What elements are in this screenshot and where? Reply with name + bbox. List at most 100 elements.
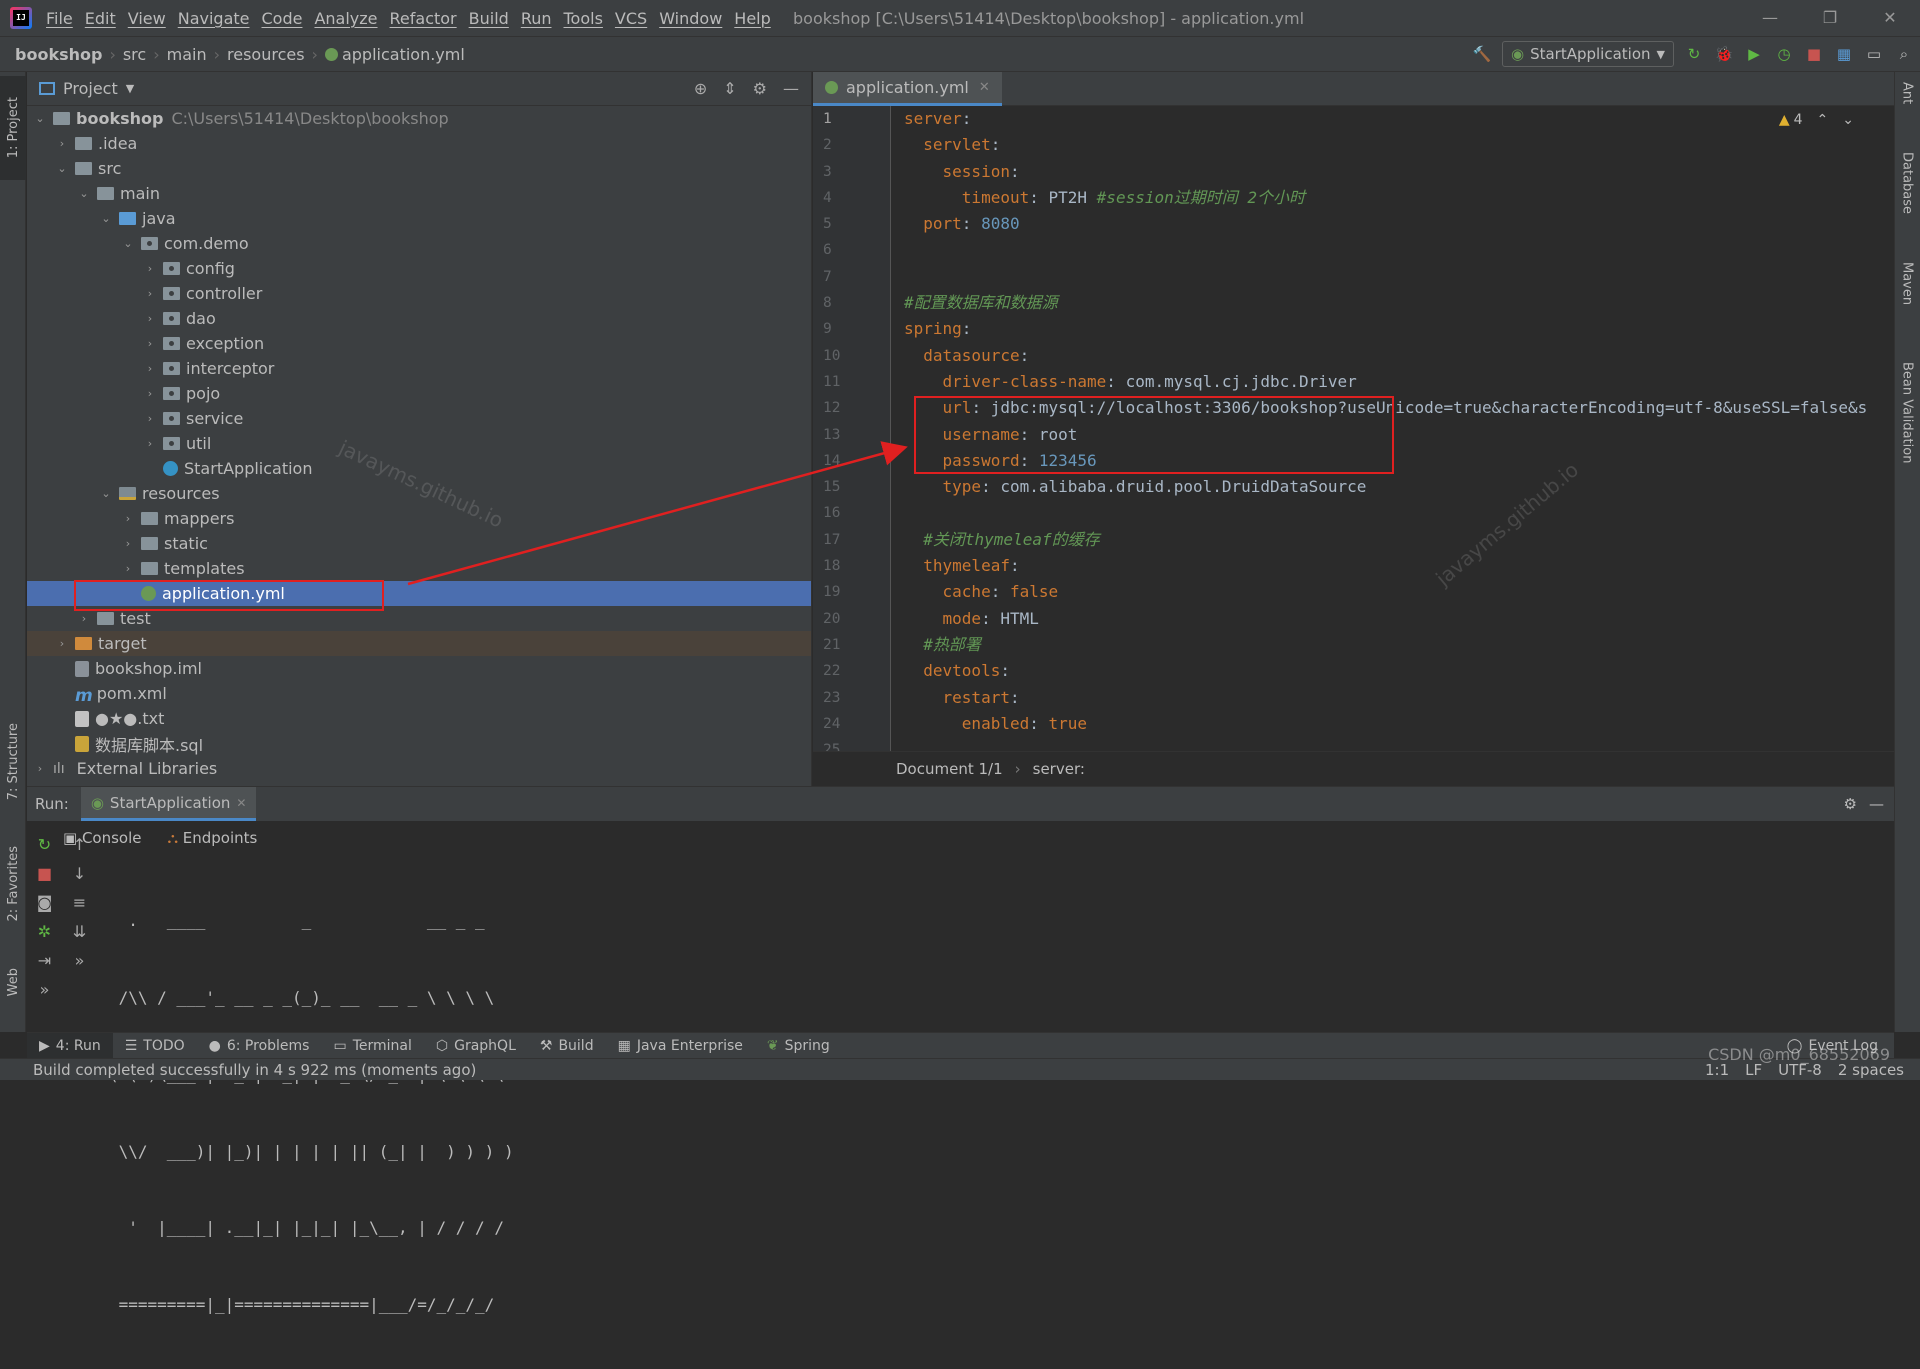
tree-item-bookshop[interactable]: ⌄ bookshop C:\Users\51414\Desktop\bookshop — [27, 106, 811, 131]
tree-item-static[interactable]: › static — [27, 531, 811, 556]
gear-icon[interactable]: ⚙ — [1844, 795, 1857, 813]
run-tab-start-application[interactable]: ◉ StartApplication ✕ — [80, 787, 257, 821]
menu-code[interactable]: Code — [256, 9, 309, 28]
more-icon[interactable]: » — [75, 951, 85, 970]
run-configuration-select[interactable]: ◉ StartApplication ▼ — [1501, 41, 1674, 67]
tree-item-bookshop-iml[interactable]: bookshop.iml — [27, 656, 811, 681]
tree-item-external-libraries[interactable]: › ılı External Libraries — [27, 756, 811, 781]
editor-tab-application-yml[interactable]: application.yml ✕ — [813, 72, 1002, 106]
menu-vcs[interactable]: VCS — [609, 9, 653, 28]
tool-tab-build[interactable]: ⚒ Build — [528, 1038, 606, 1054]
tool-tab-web[interactable]: Web — [0, 952, 26, 1012]
tree-item-target[interactable]: › target — [27, 631, 811, 656]
search-icon[interactable]: ⌕ — [1894, 44, 1914, 64]
more-icon[interactable]: » — [40, 980, 50, 999]
tree-item-interceptor[interactable]: › interceptor — [27, 356, 811, 381]
tool-tab-ant[interactable]: Ant — [1894, 82, 1920, 104]
coverage-icon[interactable]: ▶ — [1744, 44, 1764, 64]
collapse-all-icon[interactable]: ⇕ — [723, 79, 736, 98]
crumb-file[interactable]: application.yml — [342, 45, 465, 64]
project-structure-icon[interactable]: ▦ — [1834, 44, 1854, 64]
menu-file[interactable]: File — [40, 9, 79, 28]
project-view-select[interactable]: Project — [63, 79, 118, 98]
tool-tab-structure[interactable]: 7: Structure — [0, 712, 26, 812]
debug-icon[interactable]: 🐞 — [1714, 44, 1734, 64]
menu-refactor[interactable]: Refactor — [384, 9, 463, 28]
menu-build[interactable]: Build — [463, 9, 515, 28]
menu-tools[interactable]: Tools — [558, 9, 609, 28]
tool-tab-maven[interactable]: Maven — [1894, 262, 1920, 305]
yaml-path[interactable]: server: — [1033, 760, 1085, 778]
hide-icon[interactable]: — — [1869, 795, 1884, 813]
tree-item-main[interactable]: ⌄ main — [27, 181, 811, 206]
scroll-end-icon[interactable]: ⇊ — [73, 922, 86, 941]
tool-tab-problems[interactable]: ● 6: Problems — [197, 1038, 322, 1054]
code-line: mode: HTML — [942, 608, 1039, 628]
menu-run[interactable]: Run — [515, 9, 558, 28]
tool-tab-todo[interactable]: ☰ TODO — [113, 1038, 197, 1054]
tool-tab-graphql[interactable]: ⬡ GraphQL — [424, 1038, 528, 1054]
crumb-resources[interactable]: resources — [227, 45, 305, 64]
chevron-down-icon[interactable]: ▼ — [126, 82, 134, 95]
menu-help[interactable]: Help — [728, 9, 776, 28]
tool-tab-java-enterprise[interactable]: ▦ Java Enterprise — [606, 1038, 755, 1054]
tree-item-src[interactable]: ⌄ src — [27, 156, 811, 181]
tool-tab-spring[interactable]: ❦ Spring — [755, 1038, 842, 1054]
tree-item-idea[interactable]: › .idea — [27, 131, 811, 156]
crumb-main[interactable]: main — [167, 45, 207, 64]
soft-wrap-icon[interactable]: ≡ — [73, 893, 86, 912]
close-tab-icon[interactable]: ✕ — [236, 796, 246, 810]
tree-item-java[interactable]: ⌄ java — [27, 206, 811, 231]
tree-item-config[interactable]: › config — [27, 256, 811, 281]
close-icon[interactable]: ✕ — [1860, 0, 1920, 36]
crumb-project[interactable]: bookshop — [15, 45, 102, 64]
tree-item-controller[interactable]: › controller — [27, 281, 811, 306]
tool-tab-database[interactable]: Database — [1894, 152, 1920, 214]
endpoints-tab[interactable]: ⛬ Endpoints — [168, 829, 258, 847]
tool-tab-terminal[interactable]: ▭ Terminal — [321, 1038, 423, 1054]
minimize-icon[interactable]: — — [1740, 0, 1800, 36]
document-indicator[interactable]: Document 1/1 — [896, 760, 1003, 778]
tool-tab-project[interactable]: 1: Project — [0, 76, 26, 180]
stop-icon[interactable]: ■ — [1804, 44, 1824, 64]
locate-icon[interactable]: ⊕ — [694, 79, 707, 98]
camera-icon[interactable]: ◙ — [37, 893, 53, 912]
build-hammer-icon[interactable]: 🔨 — [1472, 44, 1492, 64]
debug-icon[interactable]: ✲ — [38, 922, 51, 941]
tree-item-service[interactable]: › service — [27, 406, 811, 431]
layout-icon[interactable]: ▭ — [1864, 44, 1884, 64]
status-message[interactable]: Build completed successfully in 4 s 922 … — [33, 1061, 476, 1079]
tree-item-pojo[interactable]: › pojo — [27, 381, 811, 406]
menu-window[interactable]: Window — [653, 9, 728, 28]
tree-item-sql-script[interactable]: 数据库脚本.sql — [27, 731, 811, 756]
menu-navigate[interactable]: Navigate — [172, 9, 256, 28]
hide-icon[interactable]: — — [783, 79, 799, 98]
arrow-down-icon[interactable]: ↓ — [73, 864, 86, 883]
tool-tab-bean-validation[interactable]: Bean Validation — [1894, 362, 1920, 463]
tree-item-templates[interactable]: › templates — [27, 556, 811, 581]
arrow-up-icon[interactable]: ↑ — [73, 835, 86, 854]
gear-icon[interactable]: ⚙ — [753, 79, 767, 98]
rerun-icon[interactable]: ↻ — [1684, 44, 1704, 64]
list-icon: ☰ — [124, 1037, 138, 1054]
tree-item-txt-file[interactable]: ●★●.txt — [27, 706, 811, 731]
menu-edit[interactable]: Edit — [79, 9, 122, 28]
tree-item-util[interactable]: › util — [27, 431, 811, 456]
close-tab-icon[interactable]: ✕ — [979, 80, 990, 95]
restore-icon[interactable]: ❐ — [1800, 0, 1860, 36]
crumb-src[interactable]: src — [123, 45, 146, 64]
menu-view[interactable]: View — [122, 9, 172, 28]
stop-icon[interactable]: ■ — [37, 864, 52, 883]
tree-item-exception[interactable]: › exception — [27, 331, 811, 356]
profile-icon[interactable]: ◷ — [1774, 44, 1794, 64]
menu-analyze[interactable]: Analyze — [308, 9, 383, 28]
exit-icon[interactable]: ⇥ — [38, 951, 51, 970]
tool-tab-favorites[interactable]: 2: Favorites — [0, 834, 26, 934]
tree-item-com-demo[interactable]: ⌄ com.demo — [27, 231, 811, 256]
console-output[interactable]: . ____ _ __ _ _ /\\ / ___'_ __ _ _(_)_ _… — [109, 857, 514, 1369]
tree-item-dao[interactable]: › dao — [27, 306, 811, 331]
rerun-icon[interactable]: ↻ — [38, 835, 51, 854]
tree-item-pom-xml[interactable]: m pom.xml — [27, 681, 811, 706]
tree-item-mappers[interactable]: › mappers — [27, 506, 811, 531]
tool-tab-run[interactable]: ▶ 4: Run — [27, 1032, 113, 1059]
